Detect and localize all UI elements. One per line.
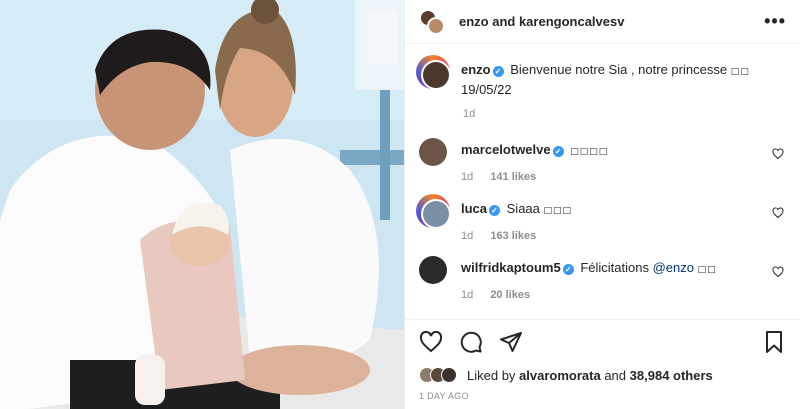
liker-avatars[interactable] [419, 367, 459, 383]
comment-text: Siaaa [506, 201, 540, 216]
share-icon[interactable] [499, 330, 523, 354]
heart-icon[interactable] [772, 207, 784, 219]
author-avatars[interactable] [419, 8, 445, 35]
comment-time[interactable]: 1d [461, 171, 473, 183]
comment-time[interactable]: 1d [461, 230, 473, 242]
comment-mention[interactable]: @enzo [653, 260, 694, 275]
caption-time[interactable]: 1d [463, 108, 475, 120]
post-date[interactable]: 1 DAY AGO [405, 387, 800, 409]
comment-username[interactable]: luca [461, 201, 487, 216]
avatar[interactable] [416, 194, 451, 229]
comment-meta: 1d 163 likes [461, 230, 572, 242]
caption-meta: 1d [463, 108, 784, 120]
comment-emoji: □□□ [543, 206, 573, 216]
caption-body: Bienvenue notre Sia , notre princesse [510, 62, 728, 77]
comment-likes[interactable]: 20 likes [490, 289, 530, 301]
avatar[interactable] [419, 138, 447, 166]
comment-likes[interactable]: 141 likes [490, 171, 536, 183]
comment-emoji: □□ [697, 265, 717, 275]
avatar-karengoncalvesv [427, 16, 445, 35]
avatar[interactable] [416, 55, 451, 90]
comment-meta: 1d 141 likes [461, 171, 608, 183]
comment-text: Félicitations [580, 260, 649, 275]
caption-username[interactable]: enzo [461, 62, 491, 77]
liked-by-user[interactable]: alvaromorata [519, 368, 601, 383]
comment-body: luca ✓ Siaaa □□□ 1d 163 likes [461, 197, 572, 242]
action-bar [405, 319, 800, 363]
verified-icon: ✓ [492, 66, 504, 77]
heart-icon[interactable] [772, 266, 784, 278]
comment-row: luca ✓ Siaaa □□□ 1d 163 likes [416, 194, 784, 242]
post-authors[interactable]: enzo and karengoncalvesv [459, 14, 764, 29]
caption-row: enzo ✓ Bienvenue notre Sia , notre prince… [416, 55, 784, 104]
caption-date: 19/05/22 [461, 82, 512, 97]
bookmark-icon[interactable] [762, 330, 786, 354]
comment-body: wilfridkaptoum5 ✓ Félicitations @enzo □□ … [461, 256, 717, 301]
verified-icon: ✓ [489, 205, 501, 216]
verified-icon: ✓ [552, 146, 564, 157]
liked-by-middle: and [604, 367, 627, 383]
post-side-panel: enzo and karengoncalvesv ••• enzo ✓ Bienv… [404, 0, 800, 409]
comment-emoji: □□□□ [570, 147, 609, 157]
verified-icon: ✓ [562, 264, 574, 275]
instagram-post: enzo and karengoncalvesv ••• enzo ✓ Bienv… [0, 0, 800, 409]
post-header: enzo and karengoncalvesv ••• [405, 0, 800, 44]
family-photo-illustration [0, 0, 404, 409]
liked-by: Liked by alvaromorata and 38,984 others [405, 363, 800, 387]
liked-by-count[interactable]: 38,984 others [630, 368, 713, 383]
heart-icon[interactable] [419, 330, 443, 354]
heart-icon[interactable] [772, 148, 784, 160]
comments-section: enzo ✓ Bienvenue notre Sia , notre prince… [405, 44, 800, 319]
comment-meta: 1d 20 likes [461, 289, 717, 301]
comment-icon[interactable] [459, 330, 483, 354]
comment-body: marcelotwelve ✓ □□□□ 1d 141 likes [461, 138, 608, 183]
caption-text: enzo ✓ Bienvenue notre Sia , notre prince… [461, 58, 750, 98]
comment-username[interactable]: marcelotwelve [461, 142, 551, 157]
more-icon[interactable]: ••• [764, 11, 786, 32]
post-photo[interactable] [0, 0, 404, 409]
comment-row: wilfridkaptoum5 ✓ Félicitations @enzo □□ … [419, 256, 784, 301]
caption-emoji: □□ [730, 67, 750, 77]
comment-time[interactable]: 1d [461, 289, 473, 301]
liked-by-prefix: Liked by [467, 367, 516, 383]
comment-username[interactable]: wilfridkaptoum5 [461, 260, 561, 275]
comment-likes[interactable]: 163 likes [490, 230, 536, 242]
comment-row: marcelotwelve ✓ □□□□ 1d 141 likes [419, 138, 784, 183]
avatar[interactable] [419, 256, 447, 284]
